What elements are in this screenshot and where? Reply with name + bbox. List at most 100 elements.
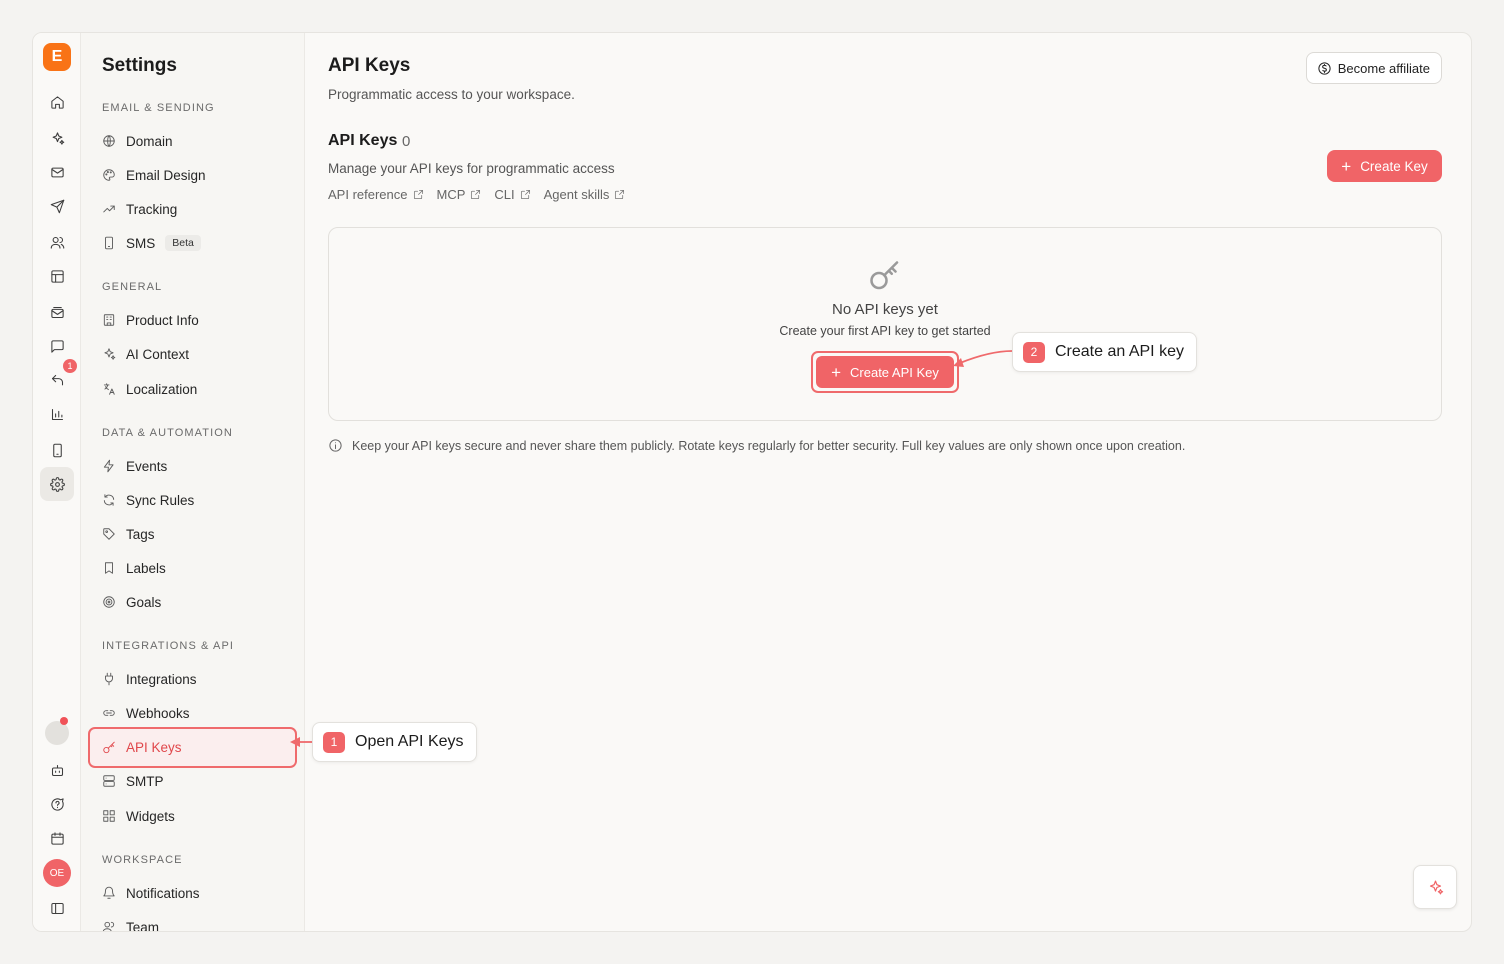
ai-assistant-button[interactable] xyxy=(1413,865,1457,909)
callout-step-2: 2 Create an API key xyxy=(1012,332,1197,372)
plus-icon: + xyxy=(831,362,842,382)
callout-number: 2 xyxy=(1023,341,1045,363)
bar-chart-icon[interactable] xyxy=(40,397,74,431)
beta-badge: Beta xyxy=(165,235,201,251)
external-link-icon xyxy=(615,189,625,200)
section-label-email-sending: EMAIL & SENDING xyxy=(102,102,215,114)
empty-state-subtitle: Create your first API key to get started xyxy=(779,324,991,338)
calendar-icon[interactable] xyxy=(40,821,74,855)
sidebar-item-webhooks[interactable]: Webhooks xyxy=(89,696,296,730)
sidebar-item-smtp[interactable]: SMTP xyxy=(89,764,296,798)
sidebar-item-label: Webhooks xyxy=(126,705,190,721)
become-affiliate-button[interactable]: Become affiliate xyxy=(1305,52,1442,84)
help-icon[interactable] xyxy=(40,787,74,821)
send-icon[interactable] xyxy=(40,189,74,223)
sidebar-item-label: Labels xyxy=(126,560,166,576)
sidebar-item-label: Sync Rules xyxy=(126,492,195,508)
sidebar-item-api-keys[interactable]: API Keys xyxy=(88,727,297,768)
sidebar-item-label: Product Info xyxy=(126,312,199,328)
home-icon[interactable] xyxy=(40,85,74,119)
key-icon xyxy=(103,741,115,753)
settings-icon[interactable] xyxy=(40,467,74,501)
sidebar-item-domain[interactable]: Domain xyxy=(89,124,296,158)
sidebar-item-tracking[interactable]: Tracking xyxy=(89,192,296,226)
sidebar-item-product-info[interactable]: Product Info xyxy=(89,303,296,337)
create-api-key-button[interactable]: + Create API Key xyxy=(816,356,954,388)
section-label-workspace: WORKSPACE xyxy=(102,854,183,866)
settings-sidebar: Settings EMAIL & SENDING Domain Email De… xyxy=(81,33,305,931)
smartphone-icon xyxy=(105,236,113,250)
agent-skills-link[interactable]: Agent skills xyxy=(544,187,626,202)
sidebar-item-ai-context[interactable]: AI Context xyxy=(89,337,296,371)
sidebar-item-goals[interactable]: Goals xyxy=(89,585,296,619)
sidebar-item-email-design[interactable]: Email Design xyxy=(89,158,296,192)
sidebar-item-label: AI Context xyxy=(126,346,190,362)
dollar-circle-icon xyxy=(1318,61,1331,75)
chat-icon[interactable] xyxy=(40,329,74,363)
sidebar-item-widgets[interactable]: Widgets xyxy=(89,799,296,833)
sidebar-item-label: API Keys xyxy=(126,740,182,755)
sidebar-item-tags[interactable]: Tags xyxy=(89,517,296,551)
bookmark-icon xyxy=(105,562,113,574)
sidebar-item-labels[interactable]: Labels xyxy=(89,551,296,585)
sidebar-item-localization[interactable]: Localization xyxy=(89,372,296,406)
users-icon[interactable] xyxy=(40,225,74,259)
callout-text: Create an API key xyxy=(1055,343,1184,360)
bell-icon xyxy=(103,886,115,899)
sidebar-item-team[interactable]: Team xyxy=(89,910,296,931)
empty-state-card: No API keys yet Create your first API ke… xyxy=(328,227,1442,421)
trending-up-icon xyxy=(103,205,115,213)
zap-icon xyxy=(103,459,114,473)
link-icon xyxy=(103,710,115,716)
icon-rail: E 1 OE xyxy=(33,33,81,931)
status-dot xyxy=(60,717,68,725)
page-subtitle: Programmatic access to your workspace. xyxy=(328,87,575,102)
building-icon xyxy=(103,314,115,326)
sidebar-item-sync-rules[interactable]: Sync Rules xyxy=(89,483,296,517)
create-key-button[interactable]: + Create Key xyxy=(1327,150,1442,182)
main-content: API Keys Programmatic access to your wor… xyxy=(305,33,1471,931)
callout-number: 1 xyxy=(323,731,345,753)
section-label-data-automation: DATA & AUTOMATION xyxy=(102,427,233,439)
languages-icon xyxy=(103,383,115,395)
api-keys-heading: API Keys xyxy=(328,132,398,149)
smartphone-icon[interactable] xyxy=(40,433,74,467)
users-icon xyxy=(102,921,115,931)
mail-icon[interactable] xyxy=(40,155,74,189)
become-affiliate-label: Become affiliate xyxy=(1337,60,1430,76)
sidebar-item-label: Localization xyxy=(126,381,198,397)
section-label-integrations-api: INTEGRATIONS & API xyxy=(102,640,235,652)
sidebar-item-integrations[interactable]: Integrations xyxy=(89,662,296,696)
sparkles-icon xyxy=(1429,880,1443,894)
workspace-logo[interactable]: E xyxy=(43,43,71,71)
cli-link[interactable]: CLI xyxy=(494,187,530,202)
sidebar-item-events[interactable]: Events xyxy=(89,449,296,483)
sidebar-item-label: Integrations xyxy=(126,671,197,687)
app-window: E 1 OE Settings EMAIL & SENDING Domain E… xyxy=(32,32,1472,932)
docs-links: API reference MCP CLI Agent skills xyxy=(328,187,638,202)
palette-icon xyxy=(103,169,115,181)
sidebar-item-label: Widgets xyxy=(126,808,175,824)
callout-step-1: 1 Open API Keys xyxy=(312,722,477,762)
sidebar-item-sms[interactable]: SMS Beta xyxy=(89,226,296,260)
mcp-link[interactable]: MCP xyxy=(437,187,482,202)
grid-icon xyxy=(103,810,115,822)
api-keys-description: Manage your API keys for programmatic ac… xyxy=(328,161,615,176)
sidebar-item-label: Events xyxy=(126,458,168,474)
external-link-icon xyxy=(520,189,530,200)
sidebar-item-label: Domain xyxy=(126,133,173,149)
layout-icon[interactable] xyxy=(40,259,74,293)
bot-icon[interactable] xyxy=(40,753,74,787)
api-reference-link[interactable]: API reference xyxy=(328,187,424,202)
server-icon xyxy=(103,775,115,787)
mail-stack-icon[interactable] xyxy=(40,295,74,329)
sparkles-icon[interactable] xyxy=(40,121,74,155)
info-icon xyxy=(329,439,342,452)
security-note-text: Keep your API keys secure and never shar… xyxy=(352,438,1186,453)
user-avatar[interactable]: OE xyxy=(43,859,71,887)
sidebar-item-label: Email Design xyxy=(126,167,206,183)
page-title: API Keys xyxy=(328,55,411,76)
sidebar-toggle-icon[interactable] xyxy=(40,891,74,925)
sidebar-title: Settings xyxy=(102,55,177,76)
sidebar-item-notifications[interactable]: Notifications xyxy=(89,876,296,910)
